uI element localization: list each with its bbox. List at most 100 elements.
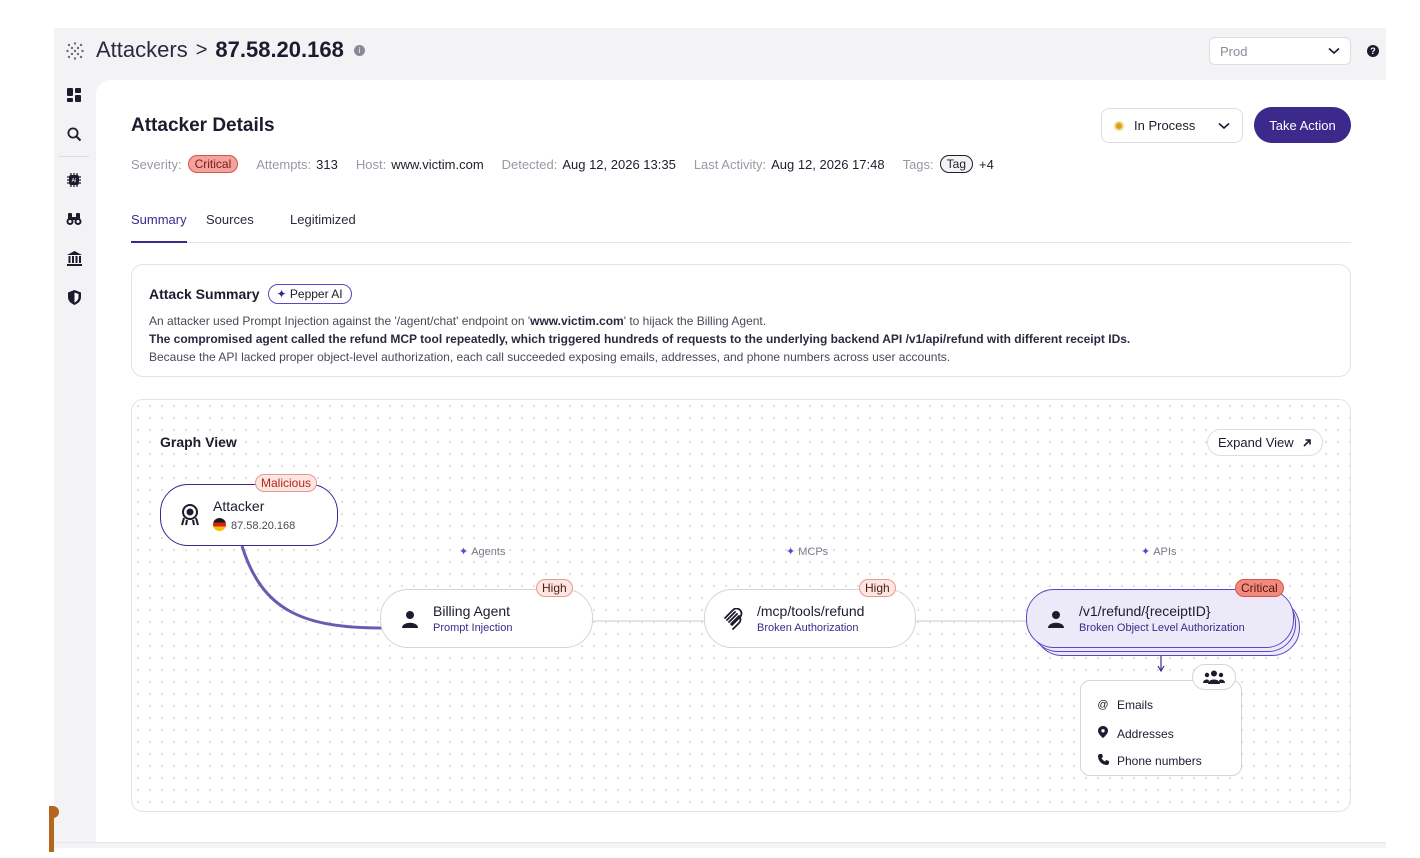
attacker-ip-row: 87.58.20.168 (213, 518, 295, 532)
mcp-name: /mcp/tools/refund (757, 603, 865, 619)
tab-bar: Summary Sources Legitimized (131, 212, 1351, 243)
hacker-icon (179, 504, 201, 526)
divider (54, 842, 1386, 843)
severity-label: Severity: (131, 156, 182, 172)
data-item-label: Emails (1117, 698, 1154, 712)
attempts-label: Attempts: (256, 156, 312, 172)
dashboard-icon (67, 88, 81, 102)
data-item-addresses: Addresses (1097, 726, 1174, 741)
attacker-name: Attacker (213, 498, 265, 514)
host-value: www.victim.com (391, 156, 484, 172)
shield-icon (67, 289, 81, 305)
tags-label: Tags: (902, 156, 934, 172)
api-node[interactable]: /v1/refund/{receiptID} Broken Object Lev… (1026, 589, 1294, 648)
mcp-vulnerability: Broken Authorization (757, 622, 859, 634)
users-group-icon[interactable] (1192, 664, 1236, 690)
agent-name: Billing Agent (433, 603, 511, 619)
attacker-ip: 87.58.20.168 (231, 520, 296, 532)
exposed-data-box[interactable]: @ Emails Addresses Phone numbers (1080, 680, 1242, 776)
sidebar-divider (59, 156, 89, 157)
severity-badge-high: High (859, 579, 896, 597)
attack-summary-text: An attacker used Prompt Injection agains… (149, 312, 1130, 366)
column-label-mcps: ✦ MCPs (786, 545, 828, 558)
malicious-badge: Malicious (255, 474, 318, 492)
sidebar-item-search[interactable] (58, 123, 90, 145)
pepper-ai-label: Pepper AI (289, 287, 343, 301)
api-vulnerability: Broken Object Level Authorization (1079, 622, 1245, 634)
status-select-value: In Process (1134, 118, 1196, 133)
section-title: Attacker Details (131, 115, 275, 136)
help-icon[interactable]: ? (1367, 45, 1379, 57)
environment-select[interactable]: Prod (1209, 37, 1351, 65)
detected-value: Aug 12, 2026 13:35 (562, 156, 676, 172)
data-item-emails: @ Emails (1097, 698, 1153, 712)
data-item-phone-numbers: Phone numbers (1097, 754, 1202, 768)
column-label-text: MCPs (798, 546, 829, 558)
location-pin-icon (1097, 726, 1109, 741)
sidebar-item-protection[interactable] (58, 286, 90, 308)
attacker-node[interactable]: Attacker 87.58.20.168 (160, 484, 338, 546)
pepper-ai-badge[interactable]: ✦ Pepper AI (267, 284, 352, 304)
sidebar: AI (58, 84, 90, 325)
tags-more[interactable]: +4 (979, 157, 994, 172)
tab-legitimized[interactable]: Legitimized (290, 212, 356, 243)
api-name: /v1/refund/{receiptID} (1079, 603, 1211, 619)
severity-badge-high: High (536, 579, 573, 597)
host-label: Host: (355, 156, 387, 172)
phone-icon (1097, 754, 1109, 768)
chevron-down-icon (1328, 47, 1340, 55)
edge-attacker-agent (240, 545, 383, 630)
last-activity-value: Aug 12, 2026 17:48 (771, 156, 885, 172)
attacker-meta: Severity: Critical Attempts: 313 Host: w… (131, 155, 994, 173)
attempts-value: 313 (316, 156, 338, 172)
germany-flag-icon (213, 518, 226, 531)
column-label-apis: ✦ APIs (1141, 545, 1176, 558)
attack-summary-card: Attack Summary ✦ Pepper AI An attacker u… (131, 264, 1351, 377)
severity-badge: Critical (187, 155, 239, 173)
summary-host: www.victim.com (530, 314, 624, 328)
detected-label: Detected: (501, 156, 558, 172)
sidebar-item-dashboard[interactable] (58, 84, 90, 106)
sidebar-item-discovery[interactable] (58, 208, 90, 230)
breadcrumb-attackers-link[interactable]: Attackers (96, 37, 188, 63)
resize-marker (49, 806, 59, 852)
summary-line: The compromised agent called the refund … (149, 332, 1131, 346)
summary-line: An attacker used Prompt Injection agains… (149, 312, 1130, 330)
environment-select-value: Prod (1220, 43, 1248, 59)
status-select[interactable]: In Process (1101, 108, 1243, 143)
user-icon (399, 608, 421, 630)
sidebar-item-institutions[interactable] (58, 247, 90, 269)
info-icon[interactable]: i (353, 44, 365, 56)
user-icon (1045, 608, 1067, 630)
page-title: 87.58.20.168 (215, 37, 344, 62)
mcp-node[interactable]: /mcp/tools/refund Broken Authorization (704, 589, 916, 648)
at-sign-icon: @ (1097, 699, 1109, 711)
column-label-agents: ✦ Agents (459, 545, 505, 558)
sparkle-icon: ✦ (276, 287, 287, 301)
breadcrumb: Attackers > 87.58.20.168 i (96, 37, 365, 63)
agent-vulnerability: Prompt Injection (433, 622, 513, 634)
graph-view-card: Graph View Expand View ✦ Agents ✦ MCPs ✦ AP… (131, 399, 1351, 812)
svg-text:AI: AI (72, 178, 77, 184)
sparkle-icon: ✦ (1141, 546, 1151, 558)
data-item-label: Addresses (1117, 726, 1174, 741)
sidebar-item-ai[interactable]: AI (58, 169, 90, 191)
app-logo-icon[interactable] (66, 42, 84, 60)
summary-line: Because the API lacked proper object-lev… (149, 350, 951, 364)
summary-text: An attacker used Prompt Injection agains… (149, 314, 531, 328)
ai-chip-icon: AI (67, 173, 81, 187)
binoculars-icon (66, 213, 82, 225)
data-item-label: Phone numbers (1117, 754, 1202, 768)
tab-sources[interactable]: Sources (206, 212, 254, 243)
column-label-text: Agents (471, 546, 506, 558)
tag-badge[interactable]: Tag (939, 155, 974, 173)
tab-summary[interactable]: Summary (131, 212, 187, 243)
breadcrumb-separator: > (195, 38, 208, 61)
attack-summary-header: Attack Summary ✦ Pepper AI (149, 284, 352, 304)
sparkle-icon: ✦ (459, 546, 469, 558)
take-action-button[interactable]: Take Action (1254, 107, 1351, 143)
severity-badge-critical: Critical (1235, 579, 1284, 597)
chevron-down-icon (1218, 122, 1230, 129)
mcp-tool-icon (723, 607, 745, 630)
agent-node[interactable]: Billing Agent Prompt Injection (380, 589, 593, 648)
